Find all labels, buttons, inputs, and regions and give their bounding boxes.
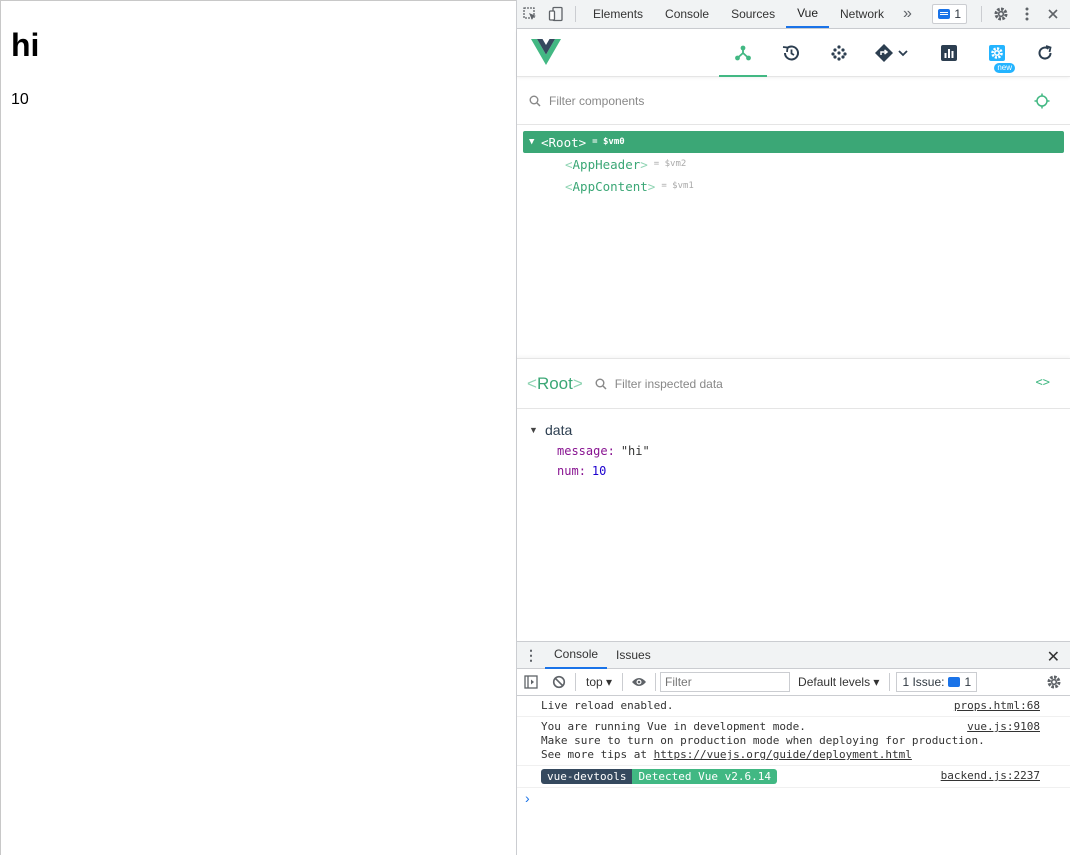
new-badge: new	[994, 63, 1015, 73]
toolbar-separator	[575, 673, 576, 691]
settings-gear-icon[interactable]: new	[973, 29, 1021, 77]
tree-node-label: AppContent	[572, 178, 648, 194]
select-component-target-icon[interactable]	[1034, 93, 1050, 109]
tabbar-separator	[575, 6, 576, 22]
filter-components-input[interactable]	[549, 93, 849, 108]
data-prop-num[interactable]: num: 10	[529, 461, 1070, 481]
performance-chart-icon[interactable]	[925, 29, 973, 77]
tree-node-root[interactable]: ▼ < Root > = $vm0	[523, 131, 1064, 153]
device-toolbar-icon[interactable]	[543, 0, 569, 28]
component-filter-row	[517, 77, 1070, 125]
vm-ref: = $vm1	[661, 181, 694, 191]
kebab-menu-icon[interactable]	[1014, 0, 1040, 28]
source-link[interactable]: backend.js:2237	[941, 769, 1040, 783]
search-icon	[529, 95, 541, 107]
issues-badge-button[interactable]: 1	[932, 4, 967, 24]
data-section: ▼ data message: "hi" num: 10	[517, 409, 1070, 481]
source-link[interactable]: vue.js:9108	[967, 720, 1040, 734]
tab-sources[interactable]: Sources	[720, 0, 786, 28]
open-in-editor-icon[interactable]: <>	[1036, 375, 1050, 389]
search-icon	[595, 378, 607, 390]
vue-logo-icon	[531, 39, 561, 65]
tab-elements[interactable]: Elements	[582, 0, 654, 28]
console-message: Live reload enabled. props.html:68	[517, 696, 1070, 717]
source-link[interactable]: props.html:68	[954, 699, 1040, 713]
vm-ref: = $vm0	[592, 137, 625, 147]
vm-ref: = $vm2	[653, 159, 687, 169]
deployment-guide-link[interactable]: https://vuejs.org/guide/deployment.html	[654, 748, 912, 761]
page-num-text: 10	[11, 91, 29, 108]
tree-node-label: AppHeader	[572, 156, 641, 172]
collapse-arrow-icon[interactable]: ▼	[529, 425, 545, 435]
filter-inspected-data-input[interactable]	[614, 376, 915, 391]
toolbar-separator	[889, 673, 891, 691]
refresh-icon[interactable]	[1021, 29, 1069, 77]
context-select[interactable]: top ▾	[578, 675, 620, 689]
console-message: vue-devtools Detected Vue v2.6.14 backend…	[517, 766, 1070, 788]
tab-vue[interactable]: Vue	[786, 0, 829, 28]
component-inspector: <Root> <> ▼ data message: "hi" num: 10	[517, 358, 1070, 640]
issues-count: 1	[954, 7, 961, 21]
close-devtools-icon[interactable]	[1040, 0, 1066, 28]
tab-network[interactable]: Network	[829, 0, 895, 28]
timeline-history-icon[interactable]	[767, 29, 815, 77]
console-message: You are running Vue in development mode.…	[517, 717, 1070, 766]
devtools-tabbar: Elements Console Sources Vue Network » 1	[517, 0, 1070, 29]
data-section-label: data	[545, 422, 573, 438]
tree-node-label: Root	[548, 134, 579, 150]
gear-icon[interactable]	[988, 0, 1014, 28]
drawer-tab-console[interactable]: Console	[545, 642, 608, 669]
inspector-title: <Root>	[527, 373, 583, 393]
devtools-panel: Elements Console Sources Vue Network » 1	[516, 0, 1070, 855]
components-tree-icon[interactable]	[719, 29, 767, 77]
router-diamond-icon[interactable]	[863, 29, 921, 77]
plugins-dots-icon[interactable]	[815, 29, 863, 77]
expand-arrow-icon[interactable]: ▼	[529, 137, 541, 147]
toolbar-separator	[622, 673, 624, 691]
vue-toolbar: new	[517, 29, 1070, 77]
message-icon	[938, 9, 951, 19]
more-tabs-button[interactable]: »	[895, 5, 920, 23]
drawer-tabbar: ⋮ Console Issues ✕	[517, 642, 1070, 669]
component-tree: ▼ < Root > = $vm0 < AppHeader > = $vm2 < AppC…	[517, 125, 1070, 197]
inspector-header: <Root> <>	[517, 359, 1070, 409]
drawer-menu-icon[interactable]: ⋮	[517, 647, 545, 664]
sidebar-toggle-icon[interactable]	[517, 675, 545, 689]
console-issues-button[interactable]: 1 Issue: 1	[896, 672, 978, 692]
log-levels-select[interactable]: Default levels ▾	[790, 675, 887, 689]
tabbar-separator-right	[981, 6, 982, 22]
message-icon	[948, 677, 961, 687]
tab-console[interactable]: Console	[654, 0, 720, 28]
console-prompt[interactable]: ›	[517, 788, 1070, 808]
data-section-header[interactable]: ▼ data	[529, 419, 1070, 441]
inspect-element-icon[interactable]	[517, 0, 543, 28]
tree-node-appcontent[interactable]: < AppContent > = $vm1	[523, 175, 1064, 197]
data-prop-message[interactable]: message: "hi"	[529, 441, 1070, 461]
console-toolbar: top ▾ Default levels ▾ 1 Issue: 1	[517, 669, 1070, 696]
page-heading: hi	[11, 27, 40, 63]
devtools-tag: vue-devtools	[541, 769, 633, 784]
console-settings-gear-icon[interactable]	[1046, 674, 1062, 693]
clear-console-icon[interactable]	[545, 675, 573, 689]
console-filter-input[interactable]	[660, 672, 791, 692]
drawer-tab-issues[interactable]: Issues	[607, 642, 660, 669]
page-viewport: hi 10	[0, 0, 516, 855]
toolbar-separator	[655, 673, 657, 691]
live-expression-eye-icon[interactable]	[625, 676, 653, 688]
close-drawer-icon[interactable]: ✕	[1047, 647, 1060, 667]
tree-node-appheader[interactable]: < AppHeader > = $vm2	[523, 153, 1064, 175]
console-drawer: ⋮ Console Issues ✕ top ▾ Default levels …	[517, 641, 1070, 855]
detected-vue-tag: Detected Vue v2.6.14	[632, 769, 777, 784]
